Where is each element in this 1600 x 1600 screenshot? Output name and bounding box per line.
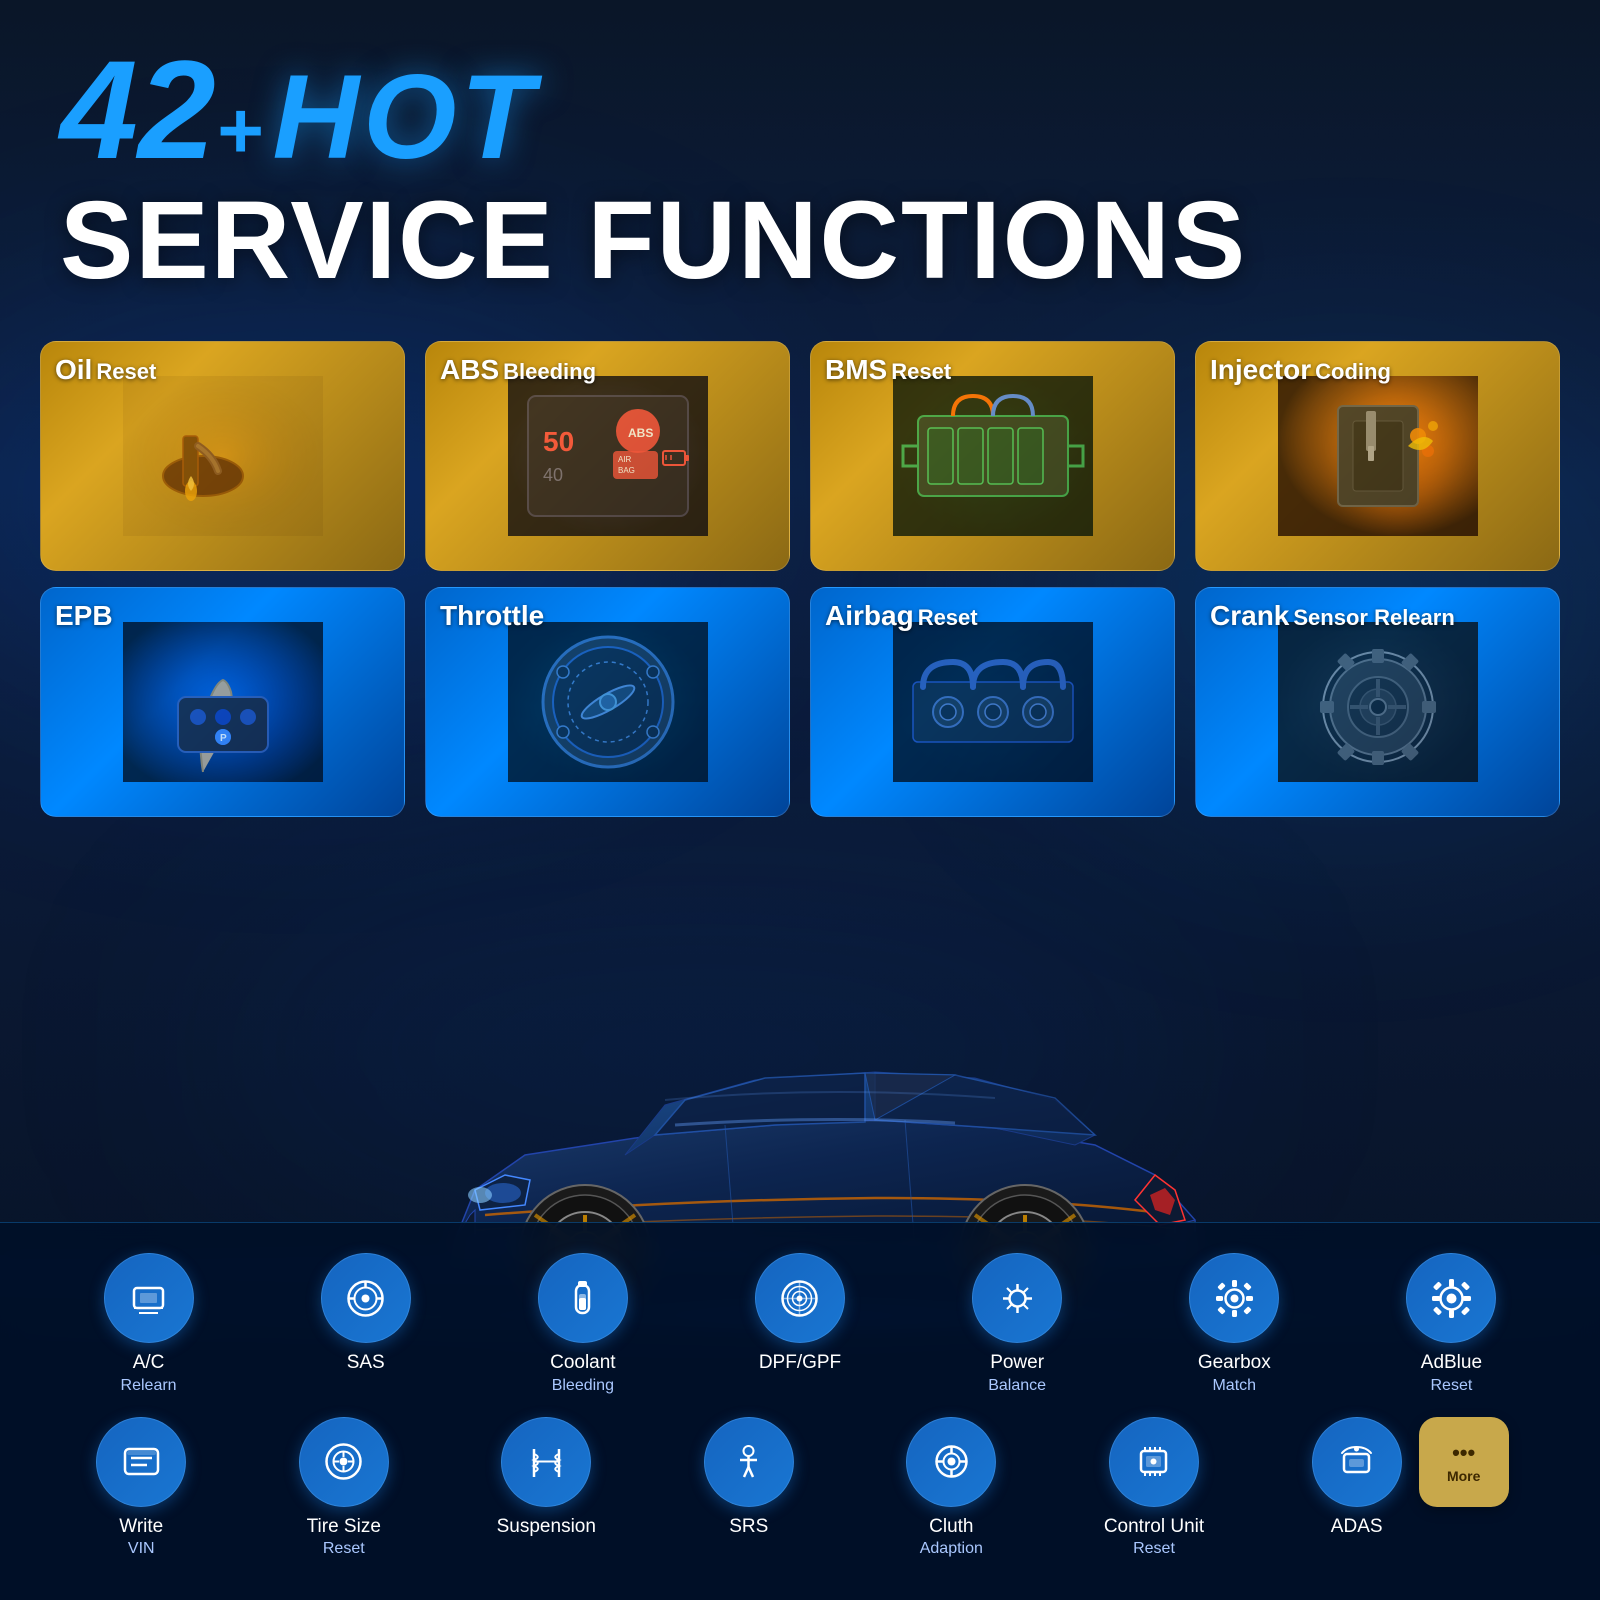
bottom-section: A/C Relearn SAS	[0, 1222, 1600, 1600]
icon-srs[interactable]: SRS	[699, 1417, 799, 1540]
cards-section: Oil Reset	[0, 321, 1600, 817]
hot-text: HOT	[272, 57, 537, 177]
svg-text:P: P	[220, 733, 227, 744]
adblue-icon	[1406, 1253, 1496, 1343]
icon-cluth-adaption[interactable]: Cluth Adaption	[901, 1417, 1001, 1560]
ac-relearn-icon	[104, 1253, 194, 1343]
card-epb[interactable]: EPB	[40, 587, 405, 817]
icon-ac-relearn[interactable]: A/C Relearn	[99, 1253, 199, 1396]
icons-row-1: A/C Relearn SAS	[40, 1253, 1560, 1396]
card-bms-reset[interactable]: BMS Reset	[810, 341, 1175, 571]
icon-suspension[interactable]: Suspension	[496, 1417, 596, 1540]
svg-text:BAG: BAG	[618, 466, 635, 475]
srs-icon	[704, 1417, 794, 1507]
icon-sas[interactable]: SAS	[316, 1253, 416, 1376]
card-throttle-label: Throttle	[440, 600, 544, 632]
card-airbag-label: Airbag Reset	[825, 600, 978, 632]
sas-icon	[321, 1253, 411, 1343]
card-airbag-reset[interactable]: Airbag Reset	[810, 587, 1175, 817]
number-plus: +	[216, 91, 263, 171]
service-functions-title: SERVICE FUNCTIONS	[60, 180, 1540, 301]
dpf-icon	[755, 1253, 845, 1343]
card-abs-label: ABS Bleeding	[440, 354, 596, 386]
more-dots-icon: •••	[1452, 1440, 1475, 1466]
number-42: 42	[60, 40, 216, 180]
header: 42 + HOT SERVICE FUNCTIONS	[0, 0, 1600, 321]
card-crank-sensor-relearn[interactable]: Crank Sensor Relearn	[1195, 587, 1560, 817]
icon-control-unit-reset[interactable]: Control Unit Reset	[1104, 1417, 1204, 1560]
icon-adas[interactable]: ADAS	[1307, 1417, 1407, 1540]
top-cards-row: Oil Reset	[40, 341, 1560, 571]
adas-more-container: ADAS ••• More	[1307, 1417, 1509, 1540]
gearbox-icon	[1189, 1253, 1279, 1343]
power-balance-icon	[972, 1253, 1062, 1343]
icon-tire-size-reset[interactable]: Tire Size Reset	[294, 1417, 394, 1560]
card-oil-reset[interactable]: Oil Reset	[40, 341, 405, 571]
control-unit-icon	[1109, 1417, 1199, 1507]
svg-text:50: 50	[543, 426, 574, 457]
bottom-cards-row: EPB	[40, 587, 1560, 817]
write-vin-icon	[96, 1417, 186, 1507]
adas-icon	[1312, 1417, 1402, 1507]
card-oil-label: Oil Reset	[55, 354, 156, 386]
svg-text:ABS: ABS	[628, 426, 653, 440]
more-label: More	[1447, 1468, 1480, 1484]
cluth-icon	[906, 1417, 996, 1507]
icon-adblue-reset[interactable]: AdBlue Reset	[1401, 1253, 1501, 1396]
card-crank-label: Crank Sensor Relearn	[1210, 600, 1455, 632]
svg-text:40: 40	[543, 465, 563, 485]
card-epb-label: EPB	[55, 600, 113, 632]
suspension-icon	[501, 1417, 591, 1507]
card-abs-bleeding[interactable]: ABS Bleeding 50 40	[425, 341, 790, 571]
icon-write-vin[interactable]: Write VIN	[91, 1417, 191, 1560]
header-title-line1: 42 + HOT	[60, 40, 1540, 180]
card-injector-coding[interactable]: Injector Coding	[1195, 341, 1560, 571]
icon-power-balance[interactable]: Power Balance	[967, 1253, 1067, 1396]
icon-gearbox-match[interactable]: Gearbox Match	[1184, 1253, 1284, 1396]
card-injector-label: Injector Coding	[1210, 354, 1391, 386]
icon-coolant-bleeding[interactable]: Coolant Bleeding	[533, 1253, 633, 1396]
icon-dpf-gpf[interactable]: DPF/GPF	[750, 1253, 850, 1376]
tire-size-icon	[299, 1417, 389, 1507]
coolant-icon	[538, 1253, 628, 1343]
icons-row-2: Write VIN Tire Size Reset	[40, 1417, 1560, 1560]
card-bms-label: BMS Reset	[825, 354, 951, 386]
svg-text:AIR: AIR	[618, 455, 632, 464]
more-button[interactable]: ••• More	[1419, 1417, 1509, 1507]
more-container[interactable]: ••• More	[1419, 1417, 1509, 1507]
card-throttle[interactable]: Throttle	[425, 587, 790, 817]
